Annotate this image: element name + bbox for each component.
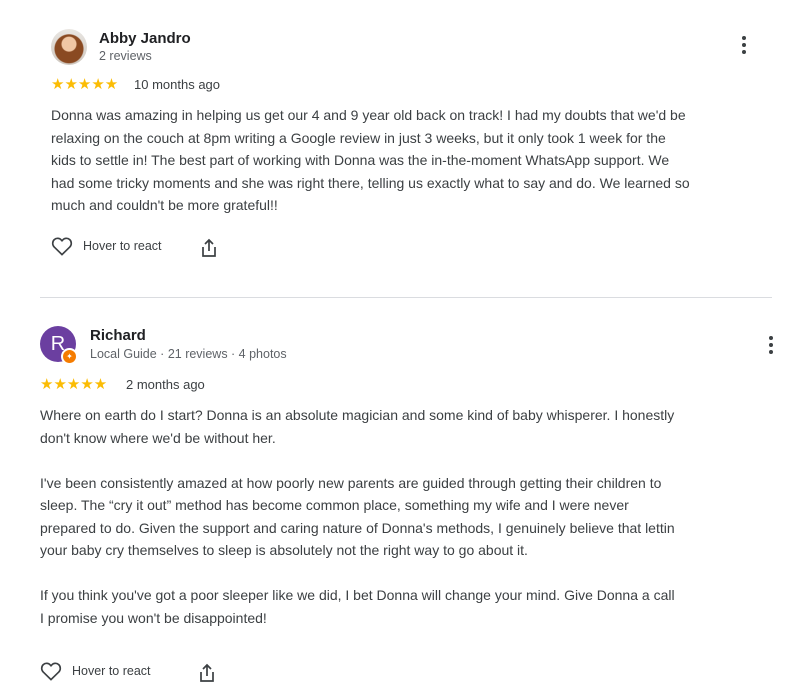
star-rating: ★★★★★ [40, 376, 108, 393]
reviewer-meta: 2 reviews [99, 49, 152, 63]
review-card: R ✦ Richard Local Guide · 21 reviews · 4… [0, 298, 811, 692]
reviewer-meta: Local Guide · 21 reviews · 4 photos [90, 347, 287, 361]
react-button[interactable]: Hover to react [40, 661, 151, 681]
review-text: Donna was amazing in helping us get our … [51, 107, 690, 213]
share-icon[interactable] [198, 663, 216, 683]
review-date: 10 months ago [134, 77, 221, 92]
more-options-button[interactable] [734, 36, 754, 54]
reviewer-name[interactable]: Richard [90, 327, 146, 344]
react-label: Hover to react [83, 239, 162, 253]
reviewer-avatar[interactable] [51, 29, 87, 65]
local-guide-badge-icon: ✦ [61, 348, 78, 365]
review-text: Where on earth do I start? Donna is an a… [40, 407, 675, 626]
react-label: Hover to react [72, 664, 151, 678]
share-icon[interactable] [200, 238, 218, 258]
star-rating: ★★★★★ [51, 76, 119, 93]
heart-icon [51, 237, 73, 256]
more-options-button[interactable] [761, 336, 781, 354]
review-card: Abby Jandro 2 reviews ★★★★★ 10 months ag… [0, 0, 811, 297]
react-button[interactable]: Hover to react [51, 236, 162, 256]
review-date: 2 months ago [126, 377, 205, 392]
heart-icon [40, 662, 62, 681]
reviewer-name[interactable]: Abby Jandro [99, 30, 191, 47]
